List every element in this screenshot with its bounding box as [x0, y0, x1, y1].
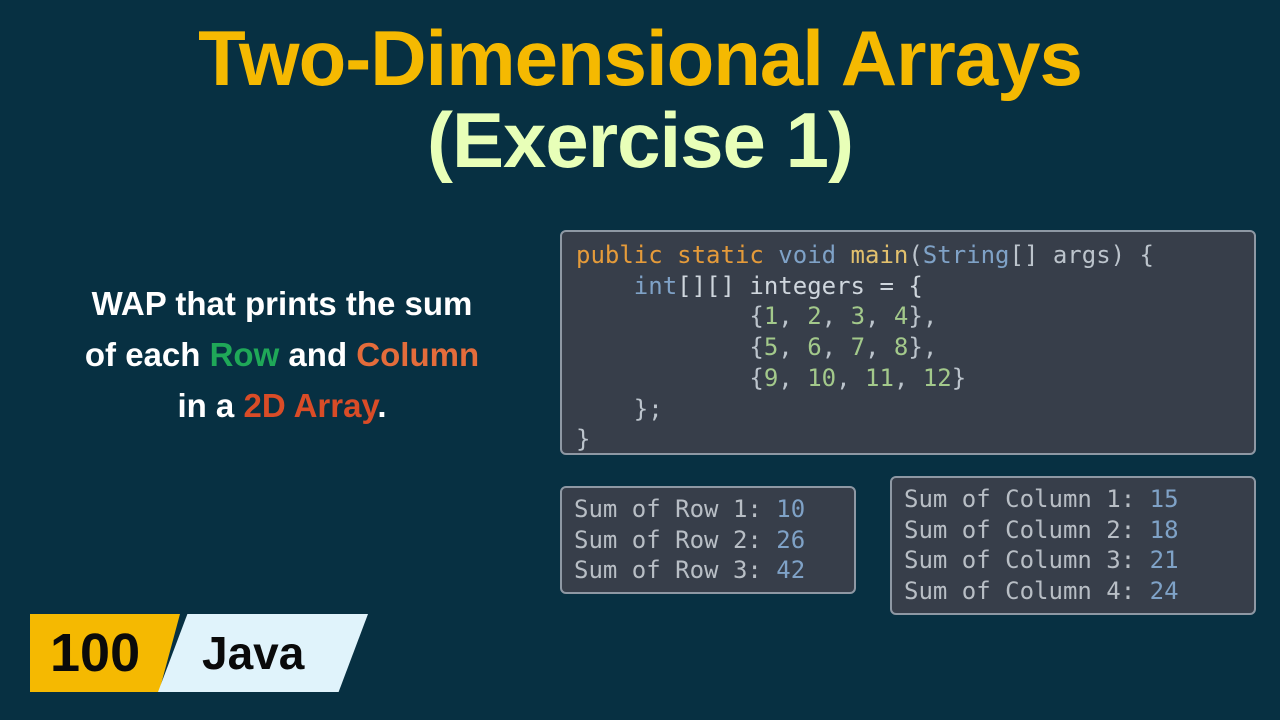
code-snippet-main: public static void main(String[] args) {…	[560, 230, 1256, 455]
highlight-2d-array: 2D Array	[243, 387, 377, 424]
prompt-line-1: WAP that prints the sum	[22, 278, 542, 329]
title-line-1: Two-Dimensional Arrays	[0, 18, 1280, 100]
lesson-badge: 100 Java	[30, 614, 368, 692]
title-line-2: (Exercise 1)	[0, 100, 1280, 182]
exercise-prompt: WAP that prints the sum of each Row and …	[22, 278, 542, 431]
prompt-line-2: of each Row and Column	[22, 329, 542, 380]
language-badge: Java	[158, 614, 368, 692]
prompt-line-3: in a 2D Array.	[22, 380, 542, 431]
highlight-column: Column	[356, 336, 479, 373]
highlight-row: Row	[210, 336, 280, 373]
output-column-sums: Sum of Column 1: 15 Sum of Column 2: 18 …	[890, 476, 1256, 615]
output-row-sums: Sum of Row 1: 10 Sum of Row 2: 26 Sum of…	[560, 486, 856, 594]
slide-title: Two-Dimensional Arrays (Exercise 1)	[0, 0, 1280, 182]
lesson-number-badge: 100	[30, 614, 180, 692]
